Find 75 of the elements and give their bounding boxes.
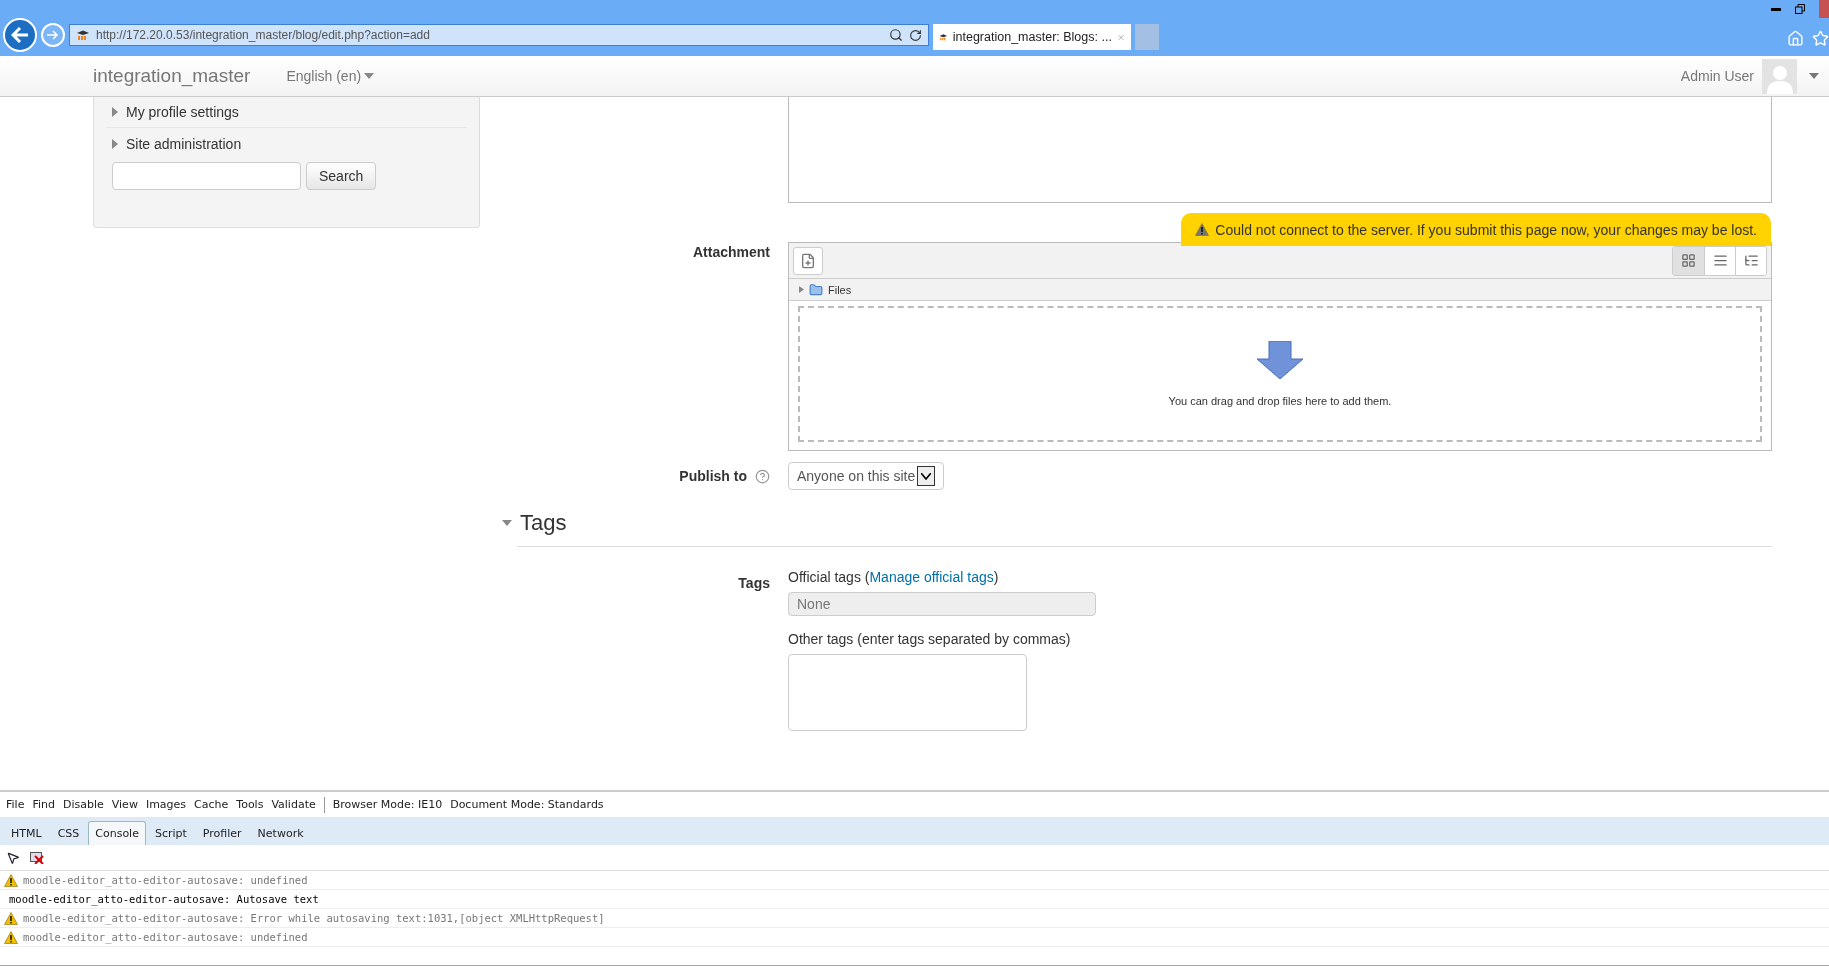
console-message: moodle-editor_atto-editor-autosave: Autosave text xyxy=(0,890,1829,909)
search-field[interactable] xyxy=(112,162,301,190)
warning-text: Could not connect to the server. If you submit this page now, your changes may be lost. xyxy=(1215,221,1757,238)
logo-icon xyxy=(939,31,948,43)
label-text: Publish to xyxy=(679,468,747,484)
document-mode-menu[interactable]: Document Mode: Standards xyxy=(450,798,604,811)
browser-mode-menu[interactable]: Browser Mode: IE10 xyxy=(332,798,443,811)
forward-button[interactable] xyxy=(41,23,65,47)
view-mode-button[interactable] xyxy=(1673,246,1704,275)
pointer-icon[interactable] xyxy=(6,850,20,865)
logo-icon xyxy=(76,29,90,41)
devtools-tab[interactable]: Console xyxy=(88,821,146,845)
menu-item[interactable]: Images xyxy=(145,798,187,811)
warning-icon xyxy=(1195,223,1210,236)
menu-item[interactable]: Cache xyxy=(194,798,229,811)
folder-icon xyxy=(809,282,823,297)
clear-console-icon[interactable] xyxy=(30,851,44,864)
grid-icon xyxy=(1681,253,1696,268)
tags-field[interactable] xyxy=(788,654,1027,731)
refresh-icon[interactable] xyxy=(909,28,922,42)
drop-hint: You can drag and drop files here to add them. xyxy=(1168,395,1392,407)
user-name[interactable]: Admin User xyxy=(1680,68,1754,84)
view-mode-button[interactable] xyxy=(1735,246,1766,275)
star-icon[interactable] xyxy=(1812,30,1829,47)
browser-tab[interactable]: integration_master: Blogs: ... xyxy=(933,24,1131,50)
console-message: moodle-editor_atto-editor-autosave: undefined xyxy=(23,874,308,886)
list-icon xyxy=(1712,253,1728,268)
back-arrow-icon xyxy=(11,27,29,43)
section-heading[interactable]: Tags xyxy=(502,510,1772,536)
menu-item[interactable]: Disable xyxy=(62,798,104,811)
back-button[interactable] xyxy=(3,18,37,52)
warning-icon xyxy=(4,911,18,925)
navigation-item[interactable]: Site administration xyxy=(106,128,467,159)
warning-icon xyxy=(4,930,18,944)
add-file-button[interactable] xyxy=(793,246,823,275)
folder-name[interactable]: Files xyxy=(828,283,852,296)
help-icon[interactable] xyxy=(755,468,770,484)
devtools-tab[interactable]: HTML xyxy=(4,821,49,845)
add-file-icon xyxy=(800,252,816,269)
search-icon[interactable] xyxy=(889,28,903,42)
caret-icon[interactable] xyxy=(1809,73,1819,79)
navigation-item[interactable]: My profile settings xyxy=(106,97,467,128)
field-label: Tags xyxy=(737,574,770,591)
menu-item[interactable]: File xyxy=(6,798,25,811)
menu-item[interactable]: Tools xyxy=(236,798,264,811)
address-bar[interactable]: http://172.20.0.53/integration_master/blog/edit.php?action=add xyxy=(69,24,929,46)
search-button[interactable]: Search xyxy=(306,162,377,190)
devtools-tab[interactable]: Profiler xyxy=(195,821,249,845)
tree-icon xyxy=(1743,253,1759,268)
menu-item[interactable]: Find xyxy=(32,798,55,811)
language-menu[interactable]: English (en) xyxy=(286,68,375,84)
warning-icon xyxy=(4,873,18,887)
menu-item[interactable]: Validate xyxy=(271,798,316,811)
home-icon[interactable] xyxy=(1787,30,1804,47)
restore-icon[interactable] xyxy=(1795,4,1805,14)
devtools-tab[interactable]: Network xyxy=(250,821,311,845)
devtools-tab[interactable]: CSS xyxy=(50,821,87,845)
minimize-icon[interactable] xyxy=(1771,7,1781,11)
forward-arrow-icon xyxy=(47,30,59,40)
site-name[interactable]: integration_master xyxy=(93,65,251,87)
menu-item[interactable]: View xyxy=(111,798,138,811)
manage-tags-link[interactable]: Manage official tags xyxy=(869,569,994,585)
console-message: moodle-editor_atto-editor-autosave: undefined xyxy=(23,931,308,943)
console-message: moodle-editor_atto-editor-autosave: Error while autosaving text:1031,[object XMLHttpRequest] xyxy=(23,912,605,924)
select-field[interactable]: Anyone on this site xyxy=(788,462,944,490)
tab-title: integration_master: Blogs: ... xyxy=(952,30,1112,44)
chevron-down-icon xyxy=(921,472,932,480)
official-tags-label: Official tags (Manage official tags) xyxy=(788,569,1000,585)
view-mode-button[interactable] xyxy=(1704,246,1735,275)
devtools-tab[interactable]: Script xyxy=(147,821,194,845)
expand-icon[interactable] xyxy=(799,286,804,293)
arrow-down-icon xyxy=(1257,341,1303,379)
official-tags-field: None xyxy=(788,592,1096,616)
other-tags-label: Other tags (enter tags separated by commas) xyxy=(788,631,1072,647)
field-label: Attachment xyxy=(692,243,770,260)
